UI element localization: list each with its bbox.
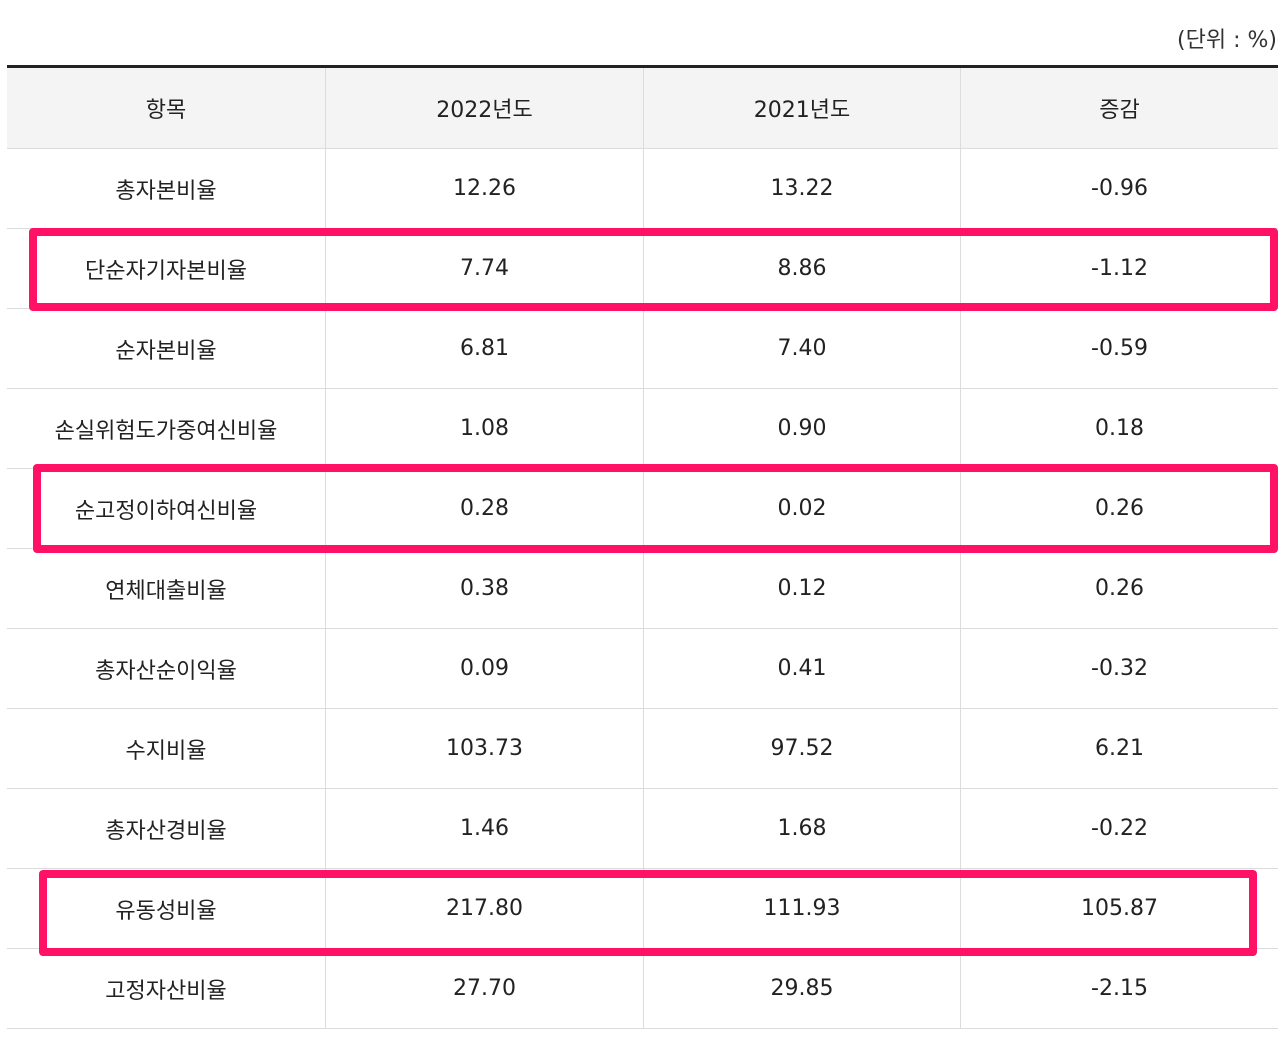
- table-row: 수지비율 103.73 97.52 6.21: [7, 709, 1278, 789]
- row-value-2022: 0.09: [325, 629, 643, 708]
- ratio-table: 항목 2022년도 2021년도 증감 총자본비율 12.26 13.22 -0…: [7, 65, 1278, 1029]
- row-value-2021: 29.85: [643, 949, 960, 1028]
- row-change: 0.18: [960, 389, 1278, 468]
- row-change: 0.26: [960, 549, 1278, 628]
- row-change: -0.32: [960, 629, 1278, 708]
- row-item: 유동성비율: [115, 898, 217, 924]
- row-item: 총자산경비율: [105, 818, 227, 844]
- row-value-2022: 1.08: [325, 389, 643, 468]
- row-change: 0.26: [960, 469, 1278, 548]
- row-item: 순자본비율: [115, 338, 217, 364]
- unit-label: (단위 : %): [1177, 28, 1277, 53]
- row-value-2021: 111.93: [643, 869, 960, 948]
- row-value-2022: 0.28: [325, 469, 643, 548]
- table-row: 순자본비율 6.81 7.40 -0.59: [7, 309, 1278, 389]
- table-row: 총자산순이익율 0.09 0.41 -0.32: [7, 629, 1278, 709]
- row-value-2021: 0.90: [643, 389, 960, 468]
- header-2021: 2021년도: [643, 68, 960, 148]
- row-value-2021: 8.86: [643, 229, 960, 308]
- row-value-2022: 27.70: [325, 949, 643, 1028]
- row-change: -1.12: [960, 229, 1278, 308]
- row-change: -0.96: [960, 149, 1278, 228]
- table-row: 손실위험도가중여신비율 1.08 0.90 0.18: [7, 389, 1278, 469]
- row-item: 연체대출비율: [105, 578, 227, 604]
- table-row: 고정자산비율 27.70 29.85 -2.15: [7, 949, 1278, 1029]
- row-value-2021: 7.40: [643, 309, 960, 388]
- row-value-2021: 0.41: [643, 629, 960, 708]
- table-row: 연체대출비율 0.38 0.12 0.26: [7, 549, 1278, 629]
- row-value-2022: 0.38: [325, 549, 643, 628]
- row-value-2022: 6.81: [325, 309, 643, 388]
- row-item: 수지비율: [125, 738, 207, 764]
- row-value-2022: 7.74: [325, 229, 643, 308]
- row-change: -2.15: [960, 949, 1278, 1028]
- header-item: 항목: [145, 98, 187, 123]
- row-value-2021: 0.12: [643, 549, 960, 628]
- table-row: 단순자기자본비율 7.74 8.86 -1.12: [7, 229, 1278, 309]
- row-value-2021: 97.52: [643, 709, 960, 788]
- row-value-2021: 0.02: [643, 469, 960, 548]
- row-value-2022: 12.26: [325, 149, 643, 228]
- header-change: 증감: [960, 68, 1278, 148]
- row-value-2021: 1.68: [643, 789, 960, 868]
- table-row: 순고정이하여신비율 0.28 0.02 0.26: [7, 469, 1278, 549]
- header-2022: 2022년도: [325, 68, 643, 148]
- table-row: 총자산경비율 1.46 1.68 -0.22: [7, 789, 1278, 869]
- row-change: -0.59: [960, 309, 1278, 388]
- row-change: 105.87: [960, 869, 1278, 948]
- row-value-2022: 217.80: [325, 869, 643, 948]
- row-change: -0.22: [960, 789, 1278, 868]
- table-row: 유동성비율 217.80 111.93 105.87: [7, 869, 1278, 949]
- row-item: 총자본비율: [115, 178, 217, 204]
- row-item: 순고정이하여신비율: [74, 498, 258, 524]
- table-header-row: 항목 2022년도 2021년도 증감: [7, 68, 1278, 149]
- row-item: 단순자기자본비율: [85, 258, 247, 284]
- row-value-2021: 13.22: [643, 149, 960, 228]
- table-row: 총자본비율 12.26 13.22 -0.96: [7, 149, 1278, 229]
- row-value-2022: 103.73: [325, 709, 643, 788]
- row-change: 6.21: [960, 709, 1278, 788]
- row-item: 총자산순이익율: [95, 658, 237, 684]
- row-item: 고정자산비율: [105, 978, 227, 1004]
- row-item: 손실위험도가중여신비율: [54, 418, 278, 444]
- row-value-2022: 1.46: [325, 789, 643, 868]
